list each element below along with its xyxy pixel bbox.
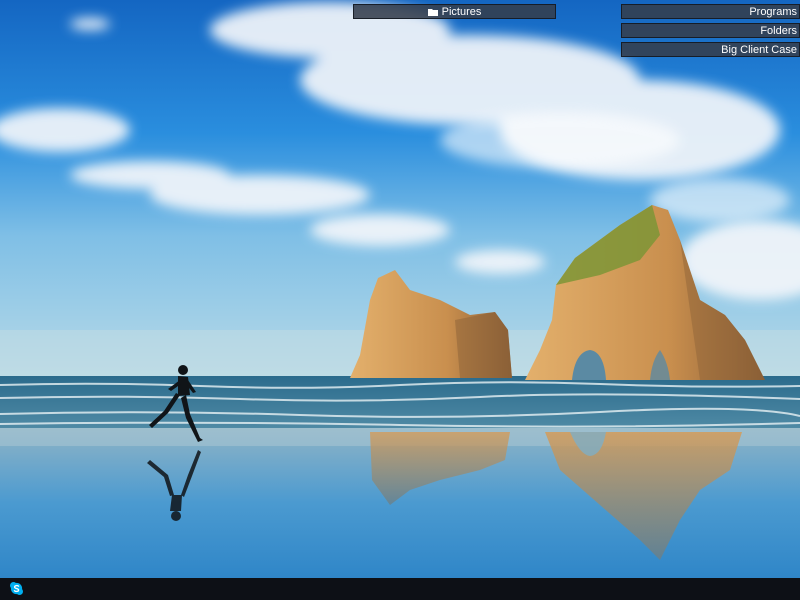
- taskbar: [0, 578, 800, 600]
- pictures-toolbar-label: Pictures: [441, 6, 482, 18]
- folders-toolbar[interactable]: Folders: [621, 23, 800, 38]
- folders-toolbar-label: Folders: [760, 25, 797, 37]
- programs-toolbar-label: Programs: [749, 6, 797, 18]
- skype-icon[interactable]: [9, 581, 24, 596]
- pictures-toolbar[interactable]: Pictures: [353, 4, 556, 19]
- big-client-case-toolbar-label: Big Client Case: [721, 44, 797, 56]
- desktop-wallpaper: [0, 0, 800, 578]
- big-client-case-toolbar[interactable]: Big Client Case: [621, 42, 800, 57]
- desktop: Pictures Programs Folders Big Client Cas…: [0, 0, 800, 578]
- folder-icon: [427, 9, 438, 16]
- programs-toolbar[interactable]: Programs: [621, 4, 800, 19]
